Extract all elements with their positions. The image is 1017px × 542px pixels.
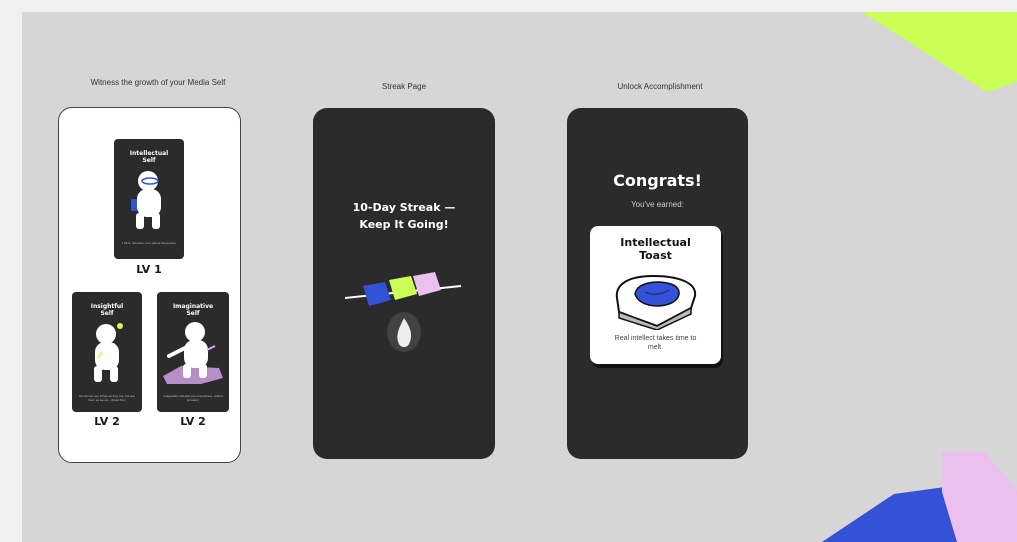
mascot-figure-icon <box>94 323 123 382</box>
level-label: LV 2 <box>94 415 120 428</box>
level-label: LV 1 <box>136 263 162 276</box>
unlock-phone-screen[interactable]: Congrats! You've earned: Intellectual To… <box>567 108 748 459</box>
flame-icon <box>387 312 421 352</box>
congrats-title: Congrats! <box>613 171 702 190</box>
streak-phone-screen[interactable]: 10-Day Streak — Keep It Going! <box>313 108 495 459</box>
badge-title: Intellectual Toast <box>620 236 691 262</box>
intellectual-self-card[interactable]: Intellectual Self I think, therefore I a… <box>114 139 184 259</box>
growth-phone-screen[interactable]: Intellectual Self I think, therefore I a… <box>58 107 241 463</box>
earned-subtitle: You've earned: <box>631 200 684 209</box>
unlock-section-label: Unlock Accomplishment <box>617 82 703 91</box>
mascot-figure-icon <box>131 171 161 229</box>
skewer-cubes-icon <box>345 272 462 306</box>
imaginative-self-card[interactable]: Imaginative Self Imagination will take y… <box>157 292 229 412</box>
pink-shape-decoration <box>942 452 1017 542</box>
level-label: LV 2 <box>180 415 206 428</box>
card-title: Intellectual Self <box>129 150 169 164</box>
badge-caption: Real intellect takes time to melt. <box>614 335 697 351</box>
lime-shape-decoration <box>862 12 1017 92</box>
card-title: Imaginative Self <box>172 303 214 317</box>
achievement-badge-card[interactable]: Intellectual Toast Real intellect takes … <box>590 226 721 364</box>
card-quote: I think, therefore I am. (René Descartes… <box>122 241 176 245</box>
streak-title: 10-Day Streak — Keep It Going! <box>352 201 456 231</box>
design-canvas: Witness the growth of your Media Self St… <box>22 12 1017 542</box>
card-quote: Not all can see things as they are, but … <box>79 394 135 402</box>
insightful-self-card[interactable]: Insightful Self Not all can see things a… <box>72 292 142 412</box>
card-quote: Imagination will take you everywhere. (A… <box>163 394 223 402</box>
mascot-figure-icon <box>163 322 223 384</box>
card-title: Insightful Self <box>90 303 124 317</box>
growth-section-label: Witness the growth of your Media Self <box>90 78 226 87</box>
toast-with-butter-icon <box>615 274 697 330</box>
streak-section-label: Streak Page <box>381 82 427 91</box>
